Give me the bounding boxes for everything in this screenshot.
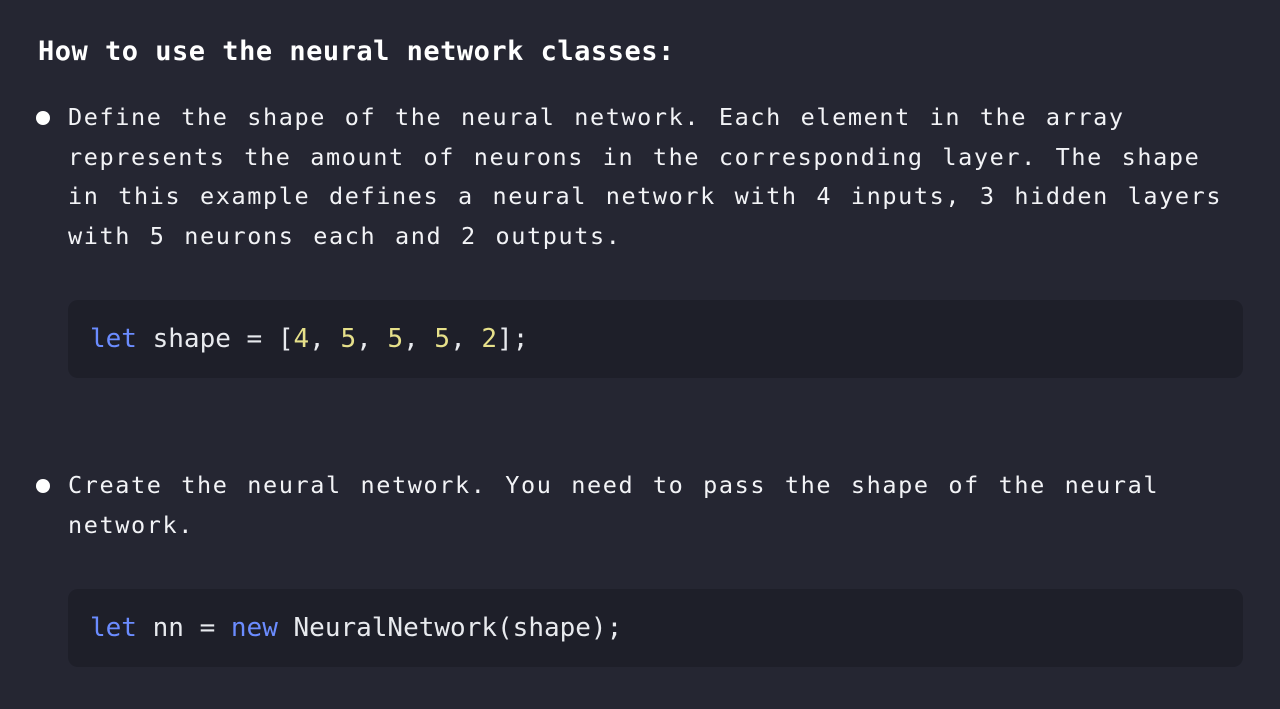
- bullet-dot-icon: [36, 111, 50, 125]
- code-text: NeuralNetwork(shape);: [277, 613, 623, 643]
- code-number: 4: [293, 324, 310, 354]
- code-text: ,: [309, 324, 341, 354]
- bullet-dot-icon: [36, 479, 50, 493]
- code-line: let shape = [4, 5, 5, 5, 2];: [90, 300, 528, 378]
- list-item-text: Create the neural network. You need to p…: [68, 471, 1160, 539]
- code-block: let shape = [4, 5, 5, 5, 2];: [68, 300, 1243, 378]
- code-number: 5: [387, 324, 404, 354]
- code-block: let nn = new NeuralNetwork(shape);: [68, 589, 1243, 667]
- code-keyword: new: [230, 613, 278, 643]
- code-text: ,: [356, 324, 388, 354]
- code-number: 2: [481, 324, 498, 354]
- document-page: How to use the neural network classes: D…: [0, 0, 1280, 709]
- code-number: 5: [434, 324, 451, 354]
- section-heading: How to use the neural network classes:: [38, 36, 675, 67]
- code-text: ,: [450, 324, 482, 354]
- code-number: 5: [340, 324, 357, 354]
- code-keyword: let: [90, 613, 137, 643]
- code-text: shape = [: [136, 324, 294, 354]
- list-item-text: Define the shape of the neural network. …: [68, 103, 1223, 251]
- code-text: ];: [497, 324, 529, 354]
- code-keyword: let: [90, 324, 137, 354]
- code-text: ,: [403, 324, 435, 354]
- code-line: let nn = new NeuralNetwork(shape);: [90, 589, 622, 667]
- code-text: nn =: [136, 613, 231, 643]
